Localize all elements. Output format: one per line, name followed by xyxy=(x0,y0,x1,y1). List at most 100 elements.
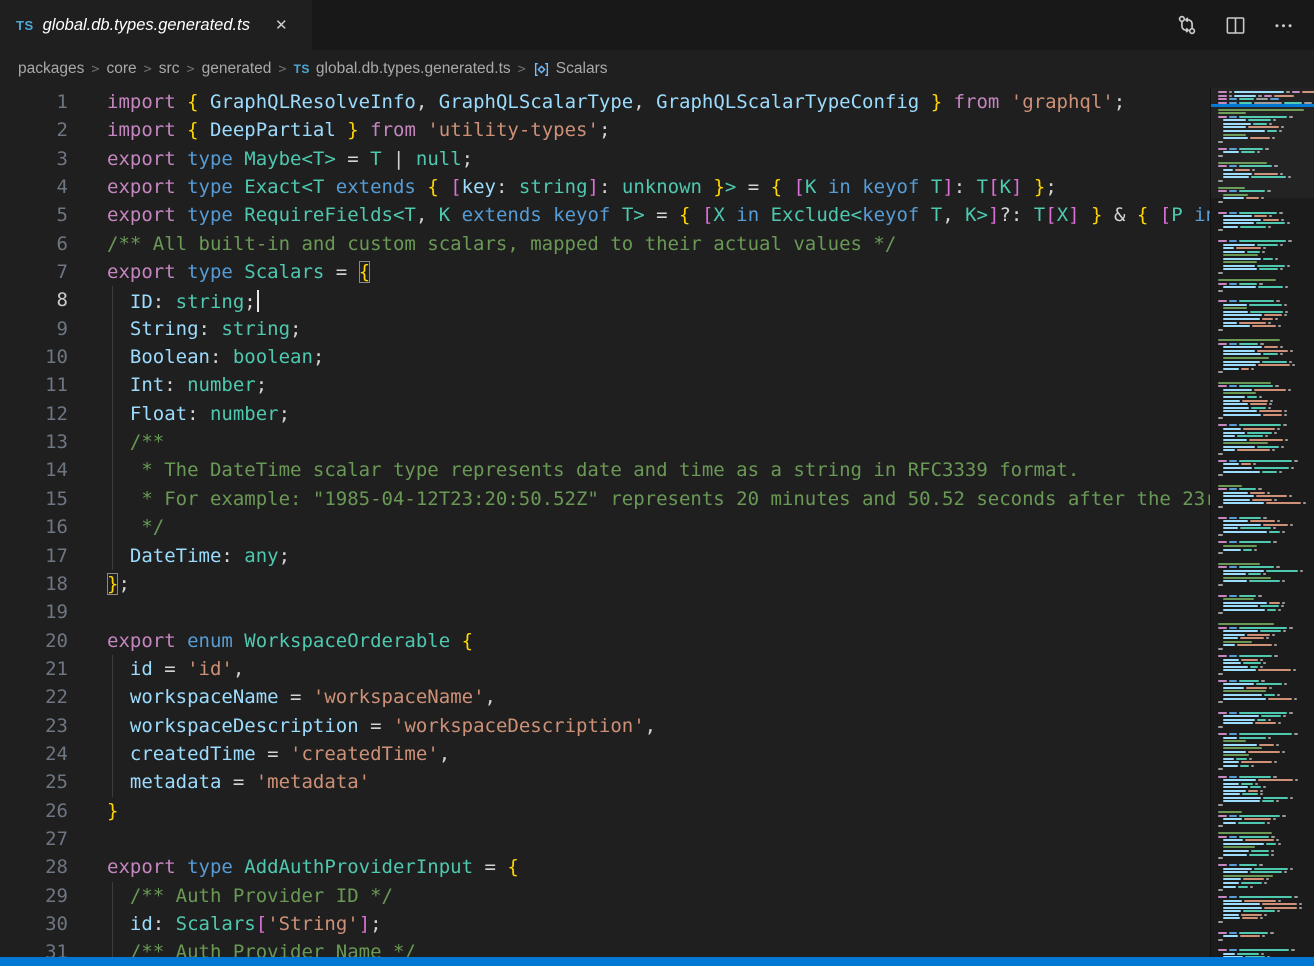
breadcrumb-item-packages[interactable]: packages xyxy=(18,60,84,78)
indent-guide xyxy=(112,343,113,371)
code-line[interactable]: import { GraphQLResolveInfo, GraphQLScal… xyxy=(107,88,1210,116)
line-number[interactable]: 11 xyxy=(0,371,68,399)
text-cursor xyxy=(257,290,259,312)
code-line[interactable]: export type RequireFields<T, K extends k… xyxy=(107,201,1210,229)
more-actions-button[interactable] xyxy=(1266,8,1300,42)
line-number[interactable]: 8 xyxy=(0,286,68,314)
code-line[interactable]: export type Maybe<T> = T | null; xyxy=(107,145,1210,173)
minimap-row xyxy=(1218,697,1312,701)
close-icon[interactable]: ✕ xyxy=(271,14,292,36)
split-editor-button[interactable] xyxy=(1218,8,1252,42)
line-number[interactable]: 22 xyxy=(0,683,68,711)
code-line[interactable]: Int: number; xyxy=(107,371,1210,399)
code-line[interactable]: id: Scalars['String']; xyxy=(107,910,1210,938)
indent-guide xyxy=(112,740,113,768)
line-number[interactable]: 5 xyxy=(0,201,68,229)
line-number[interactable]: 7 xyxy=(0,258,68,286)
breadcrumb-separator: > xyxy=(186,61,194,77)
minimap-cursor-marker xyxy=(1211,104,1314,107)
code-line[interactable]: /** Auth Provider Name */ xyxy=(107,938,1210,957)
breadcrumb-label: generated xyxy=(202,60,272,78)
code-line[interactable]: Boolean: boolean; xyxy=(107,343,1210,371)
code-line[interactable]: import { DeepPartial } from 'utility-typ… xyxy=(107,116,1210,144)
code-line[interactable]: */ xyxy=(107,513,1210,541)
line-number[interactable]: 1 xyxy=(0,88,68,116)
line-number[interactable]: 16 xyxy=(0,513,68,541)
line-number[interactable]: 31 xyxy=(0,938,68,957)
code-line[interactable]: export type Exact<T extends { [key: stri… xyxy=(107,173,1210,201)
breadcrumb-separator: > xyxy=(518,61,526,77)
code-line[interactable]: * The DateTime scalar type represents da… xyxy=(107,456,1210,484)
indent-guide xyxy=(112,428,113,456)
breadcrumb-separator: > xyxy=(144,61,152,77)
code-line[interactable]: export type Scalars = { xyxy=(107,258,1210,286)
line-number[interactable]: 9 xyxy=(0,315,68,343)
line-number[interactable]: 12 xyxy=(0,400,68,428)
code-line[interactable]: Float: number; xyxy=(107,400,1210,428)
code-line[interactable]: id = 'id', xyxy=(107,655,1210,683)
breadcrumb-item-global-db-types-generated-ts[interactable]: TSglobal.db.types.generated.ts xyxy=(294,60,511,78)
minimap[interactable] xyxy=(1210,88,1314,957)
breadcrumb-label: src xyxy=(159,60,180,78)
code-line[interactable]: DateTime: any; xyxy=(107,542,1210,570)
minimap-row xyxy=(1218,732,1312,736)
line-number[interactable]: 21 xyxy=(0,655,68,683)
indent-guide xyxy=(112,286,113,314)
code-line[interactable] xyxy=(107,598,1210,626)
code-line[interactable]: export enum WorkspaceOrderable { xyxy=(107,627,1210,655)
line-number[interactable]: 2 xyxy=(0,116,68,144)
code-line[interactable]: ID: string; xyxy=(107,286,1210,314)
code-line[interactable]: }; xyxy=(107,570,1210,598)
indent-guide xyxy=(112,315,113,343)
line-number[interactable]: 28 xyxy=(0,853,68,881)
code-line[interactable]: /** Auth Provider ID */ xyxy=(107,882,1210,910)
line-number[interactable]: 13 xyxy=(0,428,68,456)
code-line[interactable]: } xyxy=(107,797,1210,825)
indent-guide xyxy=(112,683,113,711)
line-number[interactable]: 3 xyxy=(0,145,68,173)
minimap-row xyxy=(1218,955,1312,957)
breadcrumb-item-src[interactable]: src xyxy=(159,60,180,78)
line-number[interactable]: 24 xyxy=(0,740,68,768)
line-number[interactable]: 6 xyxy=(0,230,68,258)
breadcrumb-separator: > xyxy=(91,61,99,77)
breadcrumb-item-generated[interactable]: generated xyxy=(202,60,272,78)
line-number[interactable]: 25 xyxy=(0,768,68,796)
code-line[interactable]: String: string; xyxy=(107,315,1210,343)
code-line[interactable]: metadata = 'metadata' xyxy=(107,768,1210,796)
code-line[interactable]: workspaceDescription = 'workspaceDescrip… xyxy=(107,712,1210,740)
code-line[interactable]: /** xyxy=(107,428,1210,456)
line-number[interactable]: 15 xyxy=(0,485,68,513)
breadcrumb-item-scalars[interactable]: Scalars xyxy=(533,60,608,78)
code-line[interactable]: * For example: "1985-04-12T23:20:50.52Z"… xyxy=(107,485,1210,513)
breadcrumb-separator: > xyxy=(278,61,286,77)
code-line[interactable]: export type AddAuthProviderInput = { xyxy=(107,853,1210,881)
indent-guide xyxy=(112,938,113,957)
line-number[interactable]: 18 xyxy=(0,570,68,598)
code-line[interactable]: /** All built-in and custom scalars, map… xyxy=(107,230,1210,258)
line-number[interactable]: 4 xyxy=(0,173,68,201)
breadcrumb-item-core[interactable]: core xyxy=(107,60,137,78)
typescript-icon: TS xyxy=(294,62,310,76)
line-number[interactable]: 17 xyxy=(0,542,68,570)
line-number[interactable]: 10 xyxy=(0,343,68,371)
line-number[interactable]: 29 xyxy=(0,882,68,910)
code-line[interactable] xyxy=(107,825,1210,853)
code-line[interactable]: createdTime = 'createdTime', xyxy=(107,740,1210,768)
code-line[interactable]: workspaceName = 'workspaceName', xyxy=(107,683,1210,711)
compare-changes-button[interactable] xyxy=(1170,8,1204,42)
ellipsis-icon xyxy=(1273,15,1294,36)
line-number[interactable]: 30 xyxy=(0,910,68,938)
line-number[interactable]: 14 xyxy=(0,456,68,484)
indent-guide xyxy=(112,485,113,513)
line-number[interactable]: 19 xyxy=(0,598,68,626)
indent-guide xyxy=(112,542,113,570)
tab-global-db-types-generated[interactable]: TS global.db.types.generated.ts ✕ xyxy=(0,0,312,50)
breadcrumb: packages > core > src > generated > TSglobal.db.… xyxy=(0,50,1314,88)
indent-guide xyxy=(112,400,113,428)
line-number[interactable]: 27 xyxy=(0,825,68,853)
line-number[interactable]: 20 xyxy=(0,627,68,655)
line-number[interactable]: 23 xyxy=(0,712,68,740)
code-content[interactable]: import { GraphQLResolveInfo, GraphQLScal… xyxy=(107,88,1210,957)
line-number[interactable]: 26 xyxy=(0,797,68,825)
